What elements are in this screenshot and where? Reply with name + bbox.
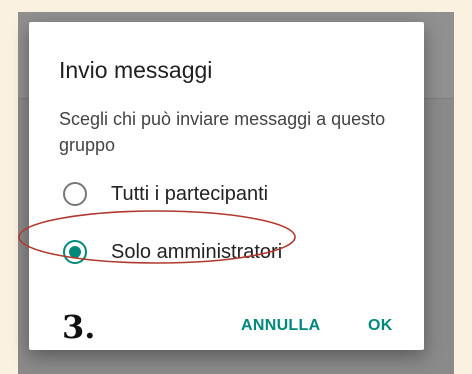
ok-button[interactable]: OK	[368, 316, 393, 336]
radio-unselected-icon[interactable]	[63, 182, 87, 206]
option-admins-only[interactable]: Solo amministratori	[59, 232, 389, 272]
send-messages-dialog: Invio messaggi Scegli chi può inviare me…	[29, 22, 424, 350]
cancel-button[interactable]: ANNULLA	[241, 316, 320, 336]
dialog-title: Invio messaggi	[59, 57, 213, 83]
radio-selected-icon[interactable]	[63, 240, 87, 264]
option-all-participants[interactable]: Tutti i partecipanti	[59, 174, 389, 214]
dialog-message: Scegli chi può inviare messaggi a questo…	[59, 109, 386, 155]
option-label: Solo amministratori	[111, 241, 283, 263]
step-number-annotation: 3.	[62, 308, 96, 346]
option-label: Tutti i partecipanti	[111, 183, 269, 205]
